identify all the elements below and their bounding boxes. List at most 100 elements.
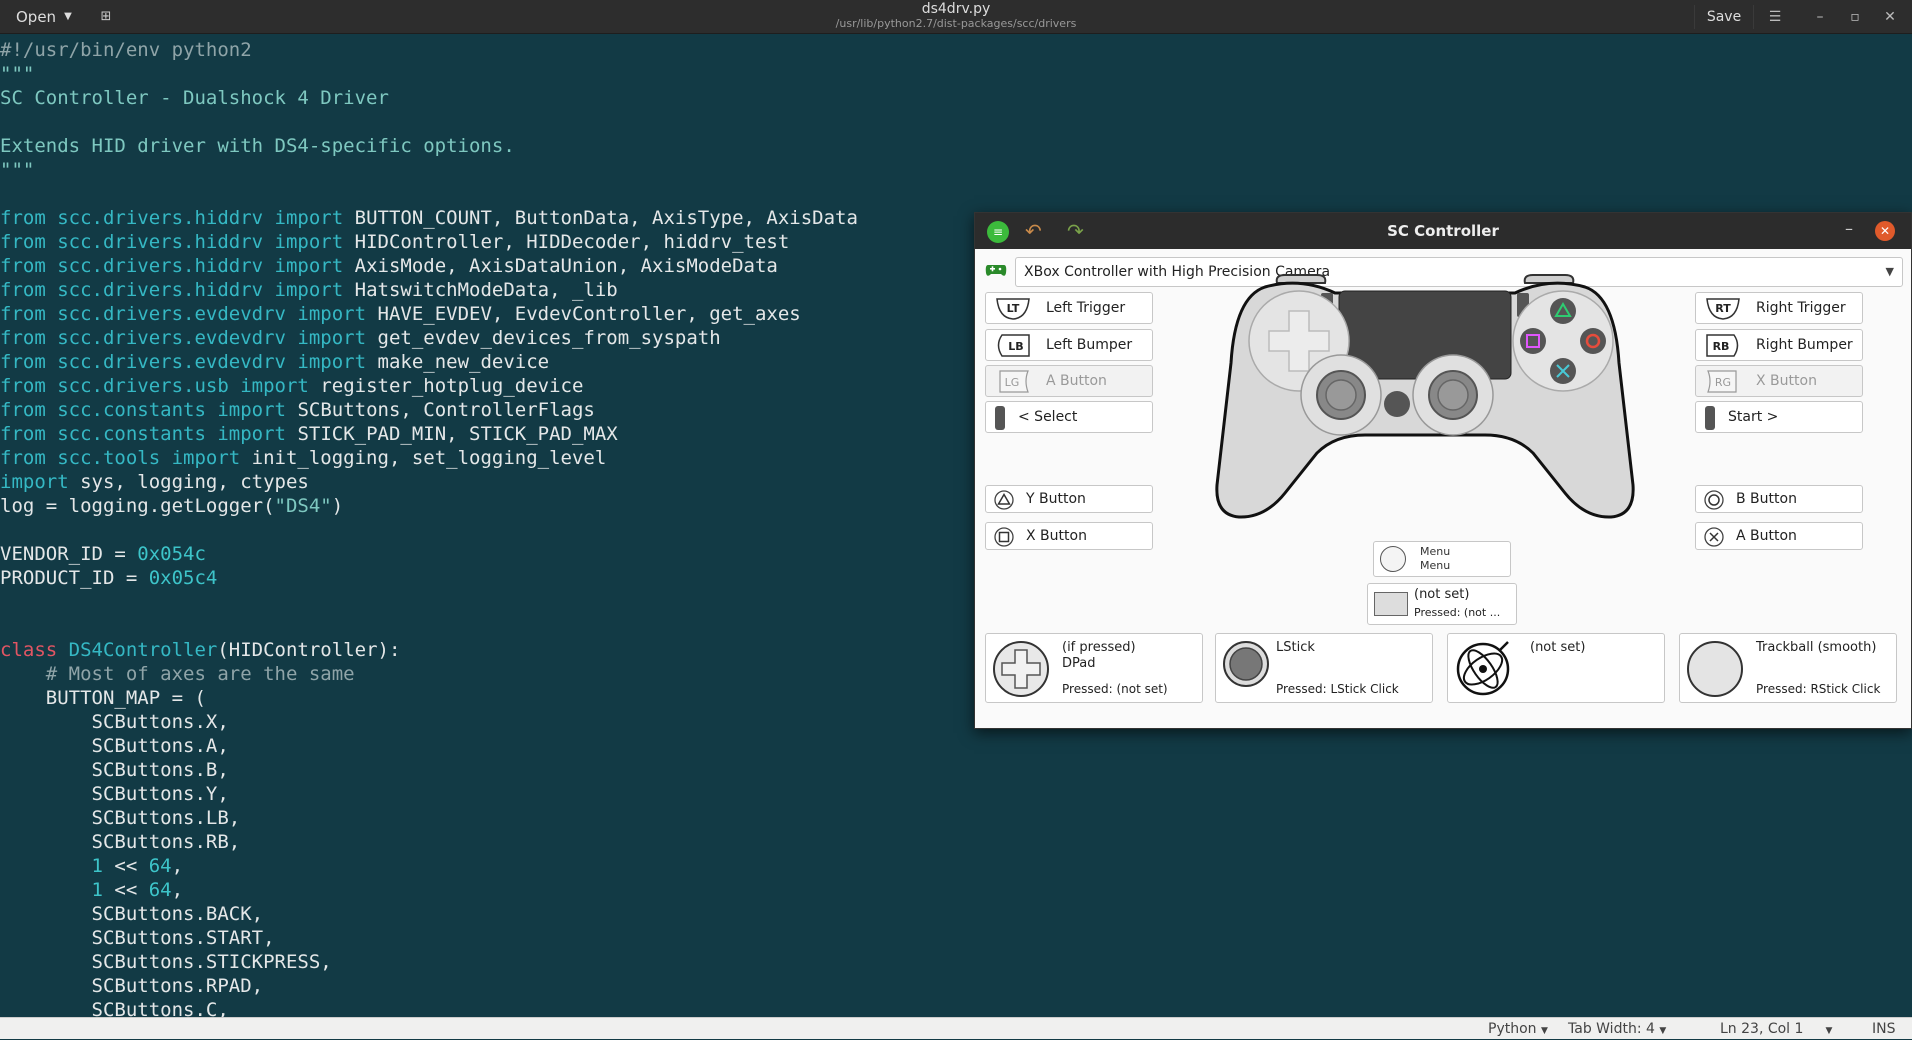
- code-line: SCButtons.C,: [0, 998, 229, 1017]
- code-token: <<: [102, 879, 149, 901]
- left-trigger-button[interactable]: LT Left Trigger: [985, 292, 1153, 324]
- lstick-box[interactable]: LStick Pressed: LStick Click: [1215, 633, 1433, 703]
- chevron-down-icon: ▼: [1885, 265, 1894, 278]
- circle-icon: [1704, 490, 1724, 510]
- code-line: Extends HID driver with DS4-specific opt…: [0, 134, 515, 158]
- cursor-position-label: Ln 23, Col 1: [1720, 1021, 1804, 1037]
- code-token: get_evdev_devices_from_syspath: [377, 327, 721, 349]
- dpad-icon: [993, 641, 1049, 697]
- code-line: 1 << 64,: [0, 854, 184, 878]
- b-button[interactable]: B Button: [1695, 485, 1863, 513]
- start-button[interactable]: Start >: [1695, 401, 1863, 433]
- code-token: scc.drivers.evdevdrv: [57, 327, 286, 349]
- menu-button[interactable]: Menu Menu: [1373, 541, 1511, 577]
- trackball-pressed: Pressed: RStick Click: [1756, 682, 1881, 696]
- trackball-box[interactable]: Trackball (smooth) Pressed: RStick Click: [1679, 633, 1897, 703]
- code-token: ): [331, 495, 344, 517]
- gyro-icon: [1456, 641, 1510, 696]
- select-label: < Select: [1018, 409, 1078, 425]
- code-line: from scc.drivers.hiddrv import BUTTON_CO…: [0, 206, 858, 230]
- code-token: import: [285, 303, 378, 325]
- code-line: SCButtons.RPAD,: [0, 974, 264, 998]
- lg-icon: LG: [999, 370, 1029, 393]
- gamepad-icon: [985, 261, 1007, 281]
- a-button-label: A Button: [1736, 528, 1797, 544]
- code-token: SC Controller - Dualshock 4 Driver: [0, 87, 389, 109]
- y-button[interactable]: Y Button: [985, 485, 1153, 513]
- code-token: ,: [171, 879, 184, 901]
- gyro-box[interactable]: (not set): [1447, 633, 1665, 703]
- code-token: HAVE_EVDEV, EvdevController, get_axes: [377, 303, 801, 325]
- tab-width-label: Tab Width: 4: [1568, 1021, 1655, 1037]
- code-token: import: [205, 399, 298, 421]
- code-token: 64: [148, 855, 172, 877]
- code-line: from scc.drivers.evdevdrv import HAVE_EV…: [0, 302, 801, 326]
- x-button[interactable]: X Button: [985, 522, 1153, 550]
- dpad-box[interactable]: (if pressed) DPad Pressed: (not set): [985, 633, 1203, 703]
- left-bumper-button[interactable]: LB Left Bumper: [985, 329, 1153, 361]
- code-line: SCButtons.LB,: [0, 806, 241, 830]
- sc-close-icon[interactable]: ✕: [1875, 221, 1895, 241]
- rb-icon: RB: [1706, 334, 1739, 357]
- rt-icon-label: RT: [1715, 302, 1731, 315]
- code-token: from: [0, 231, 58, 253]
- code-token: SCButtons.Y,: [0, 783, 229, 805]
- code-token: """: [0, 159, 35, 181]
- sc-titlebar: ≡ ↶ ↷ SC Controller – ✕: [975, 213, 1911, 249]
- close-icon[interactable]: ✕: [1877, 5, 1903, 29]
- x-button-label: X Button: [1026, 528, 1087, 544]
- maximize-icon[interactable]: ▫: [1842, 5, 1868, 29]
- minimize-icon[interactable]: –: [1807, 5, 1833, 29]
- code-token: make_new_device: [377, 351, 550, 373]
- center-pad-button[interactable]: (not set) Pressed: (not ...: [1367, 583, 1517, 625]
- lstick-label: LStick: [1276, 640, 1315, 655]
- code-token: AxisMode, AxisDataUnion, AxisModeData: [354, 255, 778, 277]
- code-token: STICK_PAD_MIN, STICK_PAD_MAX: [297, 423, 618, 445]
- code-token: 0x05c4: [148, 567, 218, 589]
- right-trigger-button[interactable]: RT Right Trigger: [1695, 292, 1863, 324]
- lt-icon-label: LT: [1007, 302, 1020, 315]
- language-selector[interactable]: Python ▼: [1488, 1020, 1548, 1038]
- code-token: import: [160, 447, 252, 469]
- trackball-icon: [1687, 641, 1743, 697]
- rg-icon-label: RG: [1715, 376, 1731, 389]
- code-token: class: [0, 639, 69, 661]
- left-grip-button[interactable]: LG A Button: [985, 365, 1153, 397]
- code-line: """: [0, 62, 34, 86]
- center-pad-icon: [1374, 592, 1408, 616]
- cursor-position-selector[interactable]: Ln 23, Col 1 ▼: [1720, 1020, 1832, 1038]
- code-line: SCButtons.X,: [0, 710, 229, 734]
- a-button[interactable]: A Button: [1695, 522, 1863, 550]
- code-token: 64: [148, 879, 172, 901]
- code-token: #!/usr/bin/env python2: [0, 39, 252, 61]
- code-line: PRODUCT_ID = 0x05c4: [0, 566, 217, 590]
- code-line: SCButtons.Y,: [0, 782, 229, 806]
- code-line: from scc.drivers.evdevdrv import get_evd…: [0, 326, 721, 350]
- sc-minimize-icon[interactable]: –: [1845, 219, 1853, 238]
- language-label: Python: [1488, 1021, 1537, 1037]
- code-line: import sys, logging, ctypes: [0, 470, 309, 494]
- hamburger-menu-icon[interactable]: ☰: [1762, 5, 1788, 29]
- code-token: sys, logging, ctypes: [80, 471, 309, 493]
- tab-width-selector[interactable]: Tab Width: 4 ▼: [1568, 1020, 1666, 1038]
- lstick-icon: [1223, 641, 1269, 687]
- code-token: scc.drivers.hiddrv: [57, 255, 264, 277]
- lb-icon: LB: [997, 334, 1030, 357]
- code-token: SCButtons.RB,: [0, 831, 241, 853]
- rg-icon: RG: [1707, 370, 1737, 393]
- code-token: SCButtons.RPAD,: [0, 975, 264, 997]
- code-line: from scc.constants import SCButtons, Con…: [0, 398, 595, 422]
- code-token: init_logging, set_logging_level: [251, 447, 607, 469]
- right-grip-button[interactable]: RG X Button: [1695, 365, 1863, 397]
- code-token: SCButtons.C,: [0, 999, 229, 1017]
- select-button[interactable]: < Select: [985, 401, 1153, 433]
- save-button[interactable]: Save: [1694, 5, 1754, 29]
- code-token: import: [263, 231, 355, 253]
- code-token: from: [0, 207, 58, 229]
- code-line: SCButtons.BACK,: [0, 902, 264, 926]
- sc-window-title: SC Controller: [1387, 222, 1499, 240]
- right-bumper-button[interactable]: RB Right Bumper: [1695, 329, 1863, 361]
- center-pad-pressed: Pressed: (not ...: [1414, 606, 1501, 619]
